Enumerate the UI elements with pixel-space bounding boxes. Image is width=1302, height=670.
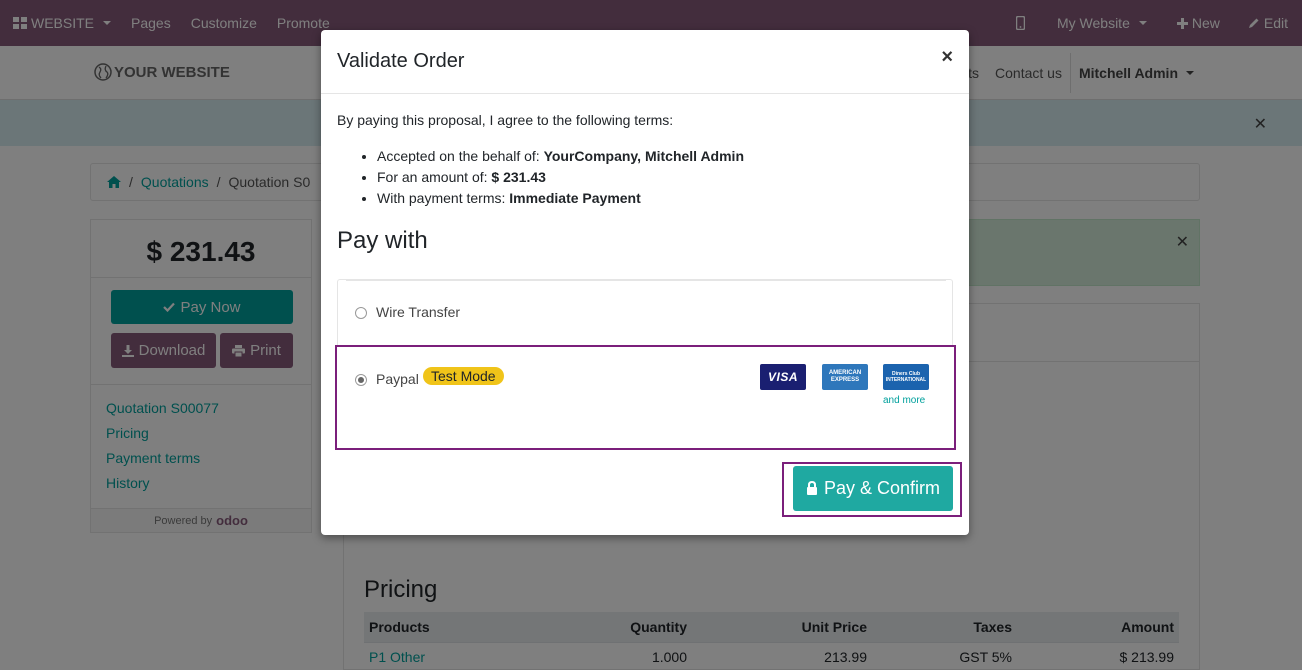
- pay-with-heading: Pay with: [337, 227, 428, 254]
- visa-text: VISA: [767, 370, 798, 384]
- lock-icon: [806, 481, 817, 495]
- modal-header: Validate Order ×: [321, 30, 969, 94]
- diners-club-icon: Diners Club INTERNATIONAL: [883, 364, 929, 390]
- paypal-label: Paypal: [376, 371, 419, 387]
- visa-icon: VISA: [760, 364, 806, 390]
- term-value: Immediate Payment: [509, 190, 641, 206]
- diners-text: Diners Club INTERNATIONAL: [885, 371, 927, 383]
- test-mode-badge: Test Mode: [423, 367, 504, 385]
- wire-transfer-radio[interactable]: [355, 307, 367, 319]
- modal-title: Validate Order: [337, 50, 465, 72]
- term-value: YourCompany, Mitchell Admin: [543, 148, 744, 164]
- term-prefix: Accepted on the behalf of:: [377, 148, 544, 164]
- wire-transfer-label: Wire Transfer: [376, 304, 461, 320]
- terms-intro: By paying this proposal, I agree to the …: [337, 112, 674, 128]
- validate-order-modal: Validate Order × By paying this proposal…: [321, 30, 969, 535]
- confirm-highlight: Pay & Confirm: [782, 462, 962, 517]
- term-prefix: With payment terms:: [377, 190, 510, 206]
- amex-text: AMERICAN EXPRESS: [828, 370, 862, 383]
- payment-acquirer-list: Wire Transfer Paypal Test Mode VISA AMER…: [335, 279, 956, 450]
- term-value: $ 231.43: [491, 169, 546, 185]
- list-item: Accepted on the behalf of: YourCompany, …: [377, 148, 744, 169]
- pay-and-confirm-button[interactable]: Pay & Confirm: [793, 466, 953, 511]
- acquirer-paypal[interactable]: Paypal Test Mode VISA AMERICAN EXPRESS D…: [335, 345, 956, 450]
- terms-list: Accepted on the behalf of: YourCompany, …: [377, 148, 744, 211]
- and-more-link[interactable]: and more: [883, 395, 925, 406]
- pay-and-confirm-label: Pay & Confirm: [823, 478, 941, 498]
- amex-icon: AMERICAN EXPRESS: [822, 364, 868, 390]
- list-item: With payment terms: Immediate Payment: [377, 190, 744, 211]
- acquirer-wire-transfer[interactable]: Wire Transfer: [337, 279, 953, 345]
- close-icon[interactable]: ×: [941, 46, 953, 69]
- list-item: For an amount of: $ 231.43: [377, 169, 744, 190]
- term-prefix: For an amount of:: [377, 169, 492, 185]
- paypal-radio[interactable]: [355, 374, 367, 386]
- divider: [346, 280, 946, 281]
